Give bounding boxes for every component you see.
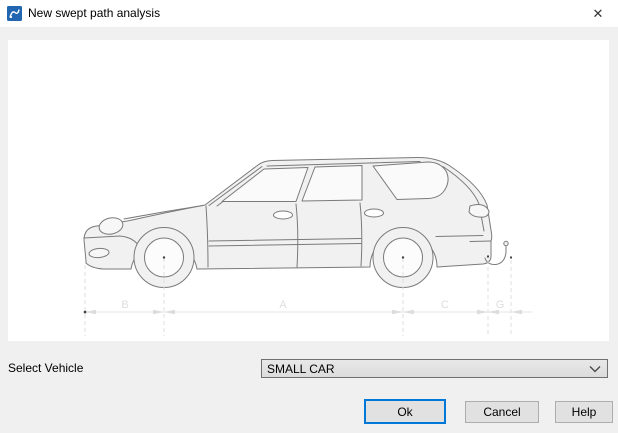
titlebar: New swept path analysis ✕	[0, 0, 618, 27]
dimension-label-a: A	[279, 299, 287, 311]
cancel-button[interactable]: Cancel	[465, 401, 539, 423]
help-button[interactable]: Help	[555, 401, 613, 423]
vehicle-side-profile-drawing: B A C G	[8, 40, 609, 341]
new-swept-path-analysis-dialog: New swept path analysis ✕	[0, 0, 618, 433]
vehicle-select-combobox[interactable]: SMALL CAR	[261, 359, 608, 378]
tow-ball	[504, 241, 508, 245]
rear-door-handle	[365, 209, 384, 217]
vehicle-select-value: SMALL CAR	[262, 362, 588, 376]
window-title: New swept path analysis	[28, 6, 160, 20]
app-icon	[7, 6, 22, 21]
select-vehicle-label: Select Vehicle	[8, 361, 83, 375]
dimension-label-c: C	[441, 299, 449, 311]
ok-button[interactable]: Ok	[364, 399, 446, 424]
dimension-label-b: B	[121, 299, 128, 311]
vehicle-preview-panel: B A C G	[8, 40, 609, 341]
dimension-label-g: G	[496, 299, 505, 311]
rear-bumper-line	[470, 241, 491, 242]
front-door-handle	[274, 211, 293, 219]
chevron-down-icon	[588, 364, 602, 374]
close-icon[interactable]: ✕	[578, 0, 618, 27]
